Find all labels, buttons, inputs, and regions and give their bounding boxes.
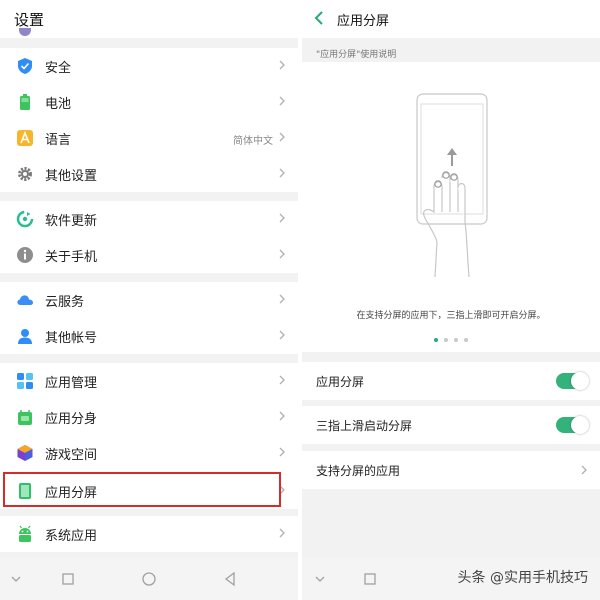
chevron-right-icon [279, 330, 285, 340]
partially-hidden-icon [19, 28, 31, 36]
settings-item-label: 软件更新 [45, 214, 98, 229]
setting-label: 应用分屏 [316, 375, 365, 389]
recent-apps-icon[interactable] [60, 571, 76, 587]
chevron-right-icon [279, 447, 285, 457]
page-dot [454, 338, 458, 342]
settings-item-system-apps[interactable]: 系统应用 [0, 516, 298, 552]
chevron-right-icon [279, 60, 285, 70]
settings-item-battery[interactable]: 电池 [0, 84, 298, 120]
recent-apps-icon[interactable] [362, 571, 378, 587]
settings-item-split-screen[interactable]: 应用分屏 [0, 473, 298, 509]
settings-item-label: 应用分屏 [45, 486, 98, 501]
settings-group-3: 云服务 其他帐号 [0, 282, 298, 354]
clone-app-icon [18, 410, 32, 425]
toggle-knob [571, 416, 589, 434]
chevron-right-icon [279, 411, 285, 421]
shield-icon [18, 58, 32, 74]
watermark: 头条 @实用手机技巧 [457, 570, 588, 586]
home-icon[interactable] [141, 571, 157, 587]
split-screen-icon [19, 483, 31, 499]
settings-group-4: 应用管理 应用分身 游戏空间 应用分屏 [0, 363, 298, 509]
android-icon [19, 525, 31, 542]
page-dot [444, 338, 448, 342]
setting-three-finger-swipe[interactable]: 三指上滑启动分屏 [302, 406, 600, 444]
cloud-icon [17, 295, 33, 305]
language-value: 简体中文 [233, 136, 273, 147]
settings-group-1: 安全 电池 语言 简体中文 其他设置 [0, 48, 298, 192]
settings-item-label: 其他帐号 [45, 331, 98, 346]
back-arrow-icon[interactable] [312, 10, 326, 26]
chevron-down-icon[interactable] [8, 571, 24, 587]
settings-item-security[interactable]: 安全 [0, 48, 298, 84]
settings-screen: 设置 安全 电池 语言 简体中文 其他设置 软件更新 关于手机 云服务 其他帐号… [0, 0, 298, 600]
page-dot [434, 338, 438, 342]
toggle-knob [571, 372, 589, 390]
settings-item-label: 安全 [45, 61, 72, 76]
back-triangle-icon[interactable] [222, 571, 238, 587]
instructions-text: 在支持分屏的应用下，三指上滑即可开启分屏。 [356, 311, 546, 321]
chevron-right-icon [279, 168, 285, 178]
instructions-card[interactable]: 在支持分屏的应用下，三指上滑即可开启分屏。 [302, 62, 600, 352]
game-space-icon [17, 445, 33, 461]
settings-header: 设置 [0, 0, 298, 38]
chevron-right-icon [279, 213, 285, 223]
three-finger-swipe-illustration [416, 93, 488, 277]
settings-item-label: 其他设置 [45, 169, 98, 184]
setting-label: 支持分屏的应用 [316, 464, 401, 478]
chevron-right-icon [279, 96, 285, 106]
chevron-right-icon [279, 485, 285, 495]
settings-item-label: 游戏空间 [45, 448, 98, 463]
settings-item-label: 应用分身 [45, 412, 98, 427]
setting-split-screen[interactable]: 应用分屏 [302, 362, 600, 400]
settings-item-label: 云服务 [45, 295, 85, 310]
chevron-right-icon [279, 249, 285, 259]
setting-supported-apps[interactable]: 支持分屏的应用 [302, 451, 600, 489]
setting-label: 三指上滑启动分屏 [316, 419, 413, 433]
settings-item-label: 语言 [45, 133, 72, 148]
info-icon [17, 247, 33, 263]
settings-item-cloud-service[interactable]: 云服务 [0, 282, 298, 318]
navigation-bar [0, 558, 298, 600]
settings-item-other-accounts[interactable]: 其他帐号 [0, 318, 298, 354]
page-dot [464, 338, 468, 342]
settings-item-language[interactable]: 语言 简体中文 [0, 120, 298, 156]
chevron-down-icon[interactable] [312, 571, 328, 587]
settings-item-app-management[interactable]: 应用管理 [0, 363, 298, 399]
page-title: 设置 [14, 11, 45, 29]
chevron-right-icon [279, 375, 285, 385]
update-icon [16, 210, 34, 228]
app-grid-icon [17, 373, 33, 389]
gear-icon [18, 167, 32, 181]
battery-icon [20, 94, 30, 110]
settings-item-game-space[interactable]: 游戏空间 [0, 435, 298, 471]
settings-group-2: 软件更新 关于手机 [0, 201, 298, 273]
settings-item-label: 关于手机 [45, 250, 98, 265]
chevron-right-icon [279, 132, 285, 142]
settings-item-software-update[interactable]: 软件更新 [0, 201, 298, 237]
page-indicator [302, 338, 600, 342]
settings-item-label: 系统应用 [45, 529, 98, 544]
split-screen-toggle[interactable] [556, 372, 589, 390]
settings-item-about-phone[interactable]: 关于手机 [0, 237, 298, 273]
chevron-right-icon [581, 465, 587, 475]
settings-item-other-settings[interactable]: 其他设置 [0, 156, 298, 192]
instructions-caption: "应用分屏"使用说明 [316, 50, 397, 60]
settings-item-app-clone[interactable]: 应用分身 [0, 399, 298, 435]
person-icon [18, 329, 32, 344]
settings-group-5: 系统应用 [0, 516, 298, 552]
chevron-right-icon [279, 528, 285, 538]
settings-item-label: 应用管理 [45, 376, 98, 391]
page-title: 应用分屏 [337, 14, 390, 29]
three-finger-swipe-toggle[interactable] [556, 416, 589, 434]
split-screen-header: 应用分屏 [302, 0, 600, 38]
language-icon [17, 130, 33, 146]
settings-item-label: 电池 [45, 97, 72, 112]
chevron-right-icon [279, 294, 285, 304]
split-screen-settings: 应用分屏 "应用分屏"使用说明 在支持分屏的应用下，三指上滑即可开启分屏。 应用… [302, 0, 600, 600]
